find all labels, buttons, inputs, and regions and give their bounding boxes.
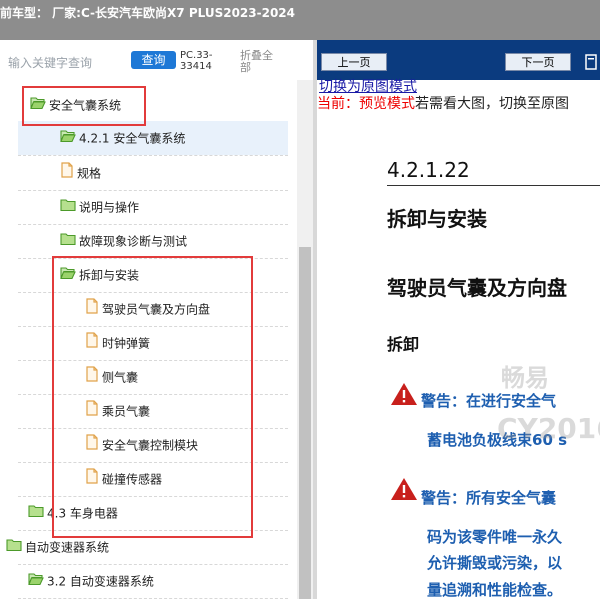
warning-icon [391,478,417,500]
tree-row-separator [18,155,288,157]
search-bar: 输入关键字查询 查询 PC.33-33414 折叠全部 [0,40,313,80]
highlight-box-removal [52,256,253,538]
doc-section-title: 拆卸 [387,335,420,354]
doc-section-number: 4.2.1.22 [387,158,470,182]
prev-page-button[interactable]: 上一页 [321,53,387,71]
folder-icon [60,225,76,259]
next-page-label: 下一页 [521,56,555,69]
tree-item-label: 4.2.1 安全气囊系统 [79,131,186,146]
watermark-logo: 畅易 [501,364,549,392]
search-button[interactable]: 查询 [131,51,176,69]
warning-1-line-1: 警告：在进行安全气 [421,392,557,410]
warning-2-line-1: 警告：所有安全气囊 [421,489,557,507]
search-input[interactable]: 输入关键字查询 [8,54,92,71]
doc-subheading: 驾驶员气囊及方向盘 [387,276,567,300]
tree-item-label: 3.2 自动变速器系统 [47,574,154,589]
scrollbar-thumb[interactable] [299,247,311,599]
page-icon[interactable] [585,54,599,70]
document-icon [60,157,74,191]
tree-item-label: 自动变速器系统 [25,540,110,555]
folder-open-icon [28,565,44,599]
tree-panel: 输入关键字查询 查询 PC.33-33414 折叠全部 安全气囊系统 4.2.1 … [0,40,313,599]
window-titlebar: 前车型： 厂家:C-长安汽车欧尚X7 PLUS2023-2024 [0,0,600,40]
tree-item[interactable]: 规格 [60,156,101,190]
preview-notice: 当前：预览模式若需看大图，切换至原图 [317,95,569,113]
warning-2-line-2: 码为该零件唯一永久 [427,528,563,546]
preview-hint: 若需看大图，切换至原图 [415,96,569,112]
tree-row-separator [18,190,288,192]
highlight-box-airbag [22,86,146,126]
doc-rule [387,185,600,186]
warning-2-line-4: 量追溯和性能检查。 [427,581,563,599]
preview-mode-label: 当前：预览模式 [317,96,415,112]
document-viewer: 上一页 下一页 切换为原图模式 当前：预览模式若需看大图，切换至原图 4.2.1… [317,40,600,599]
prev-page-label: 上一页 [337,56,371,69]
warning-2-line-3: 允许撕毁或污染，以 [427,554,563,572]
folder-icon [60,191,76,225]
watermark-id: CY2016 [497,412,600,445]
tree-item[interactable]: 3.2 自动变速器系统 [28,564,154,598]
viewer-toolbar: 上一页 下一页 [317,40,600,80]
tree-item-label: 规格 [77,166,102,181]
next-page-button[interactable]: 下一页 [505,53,571,71]
warning-icon [391,383,417,405]
folder-open-icon [60,122,76,156]
tree-item[interactable]: 故障现象诊断与测试 [60,224,187,258]
doc-heading: 拆卸与安装 [387,207,487,231]
folder-icon [28,497,44,531]
switch-original-mode-link[interactable]: 切换为原图模式 [319,78,417,96]
tree-item-label: 故障现象诊断与测试 [79,234,188,249]
folder-icon [6,531,22,565]
window-title: 前车型： 厂家:C-长安汽车欧尚X7 PLUS2023-2024 [0,6,295,20]
tree-item[interactable]: 4.2.1 安全气囊系统 [60,121,185,155]
model-code: PC.33-33414 [180,50,213,72]
tree-item-label: 说明与操作 [79,200,140,215]
collapse-all-button[interactable]: 折叠全部 [240,50,280,74]
tree-item[interactable]: 说明与操作 [60,190,139,224]
